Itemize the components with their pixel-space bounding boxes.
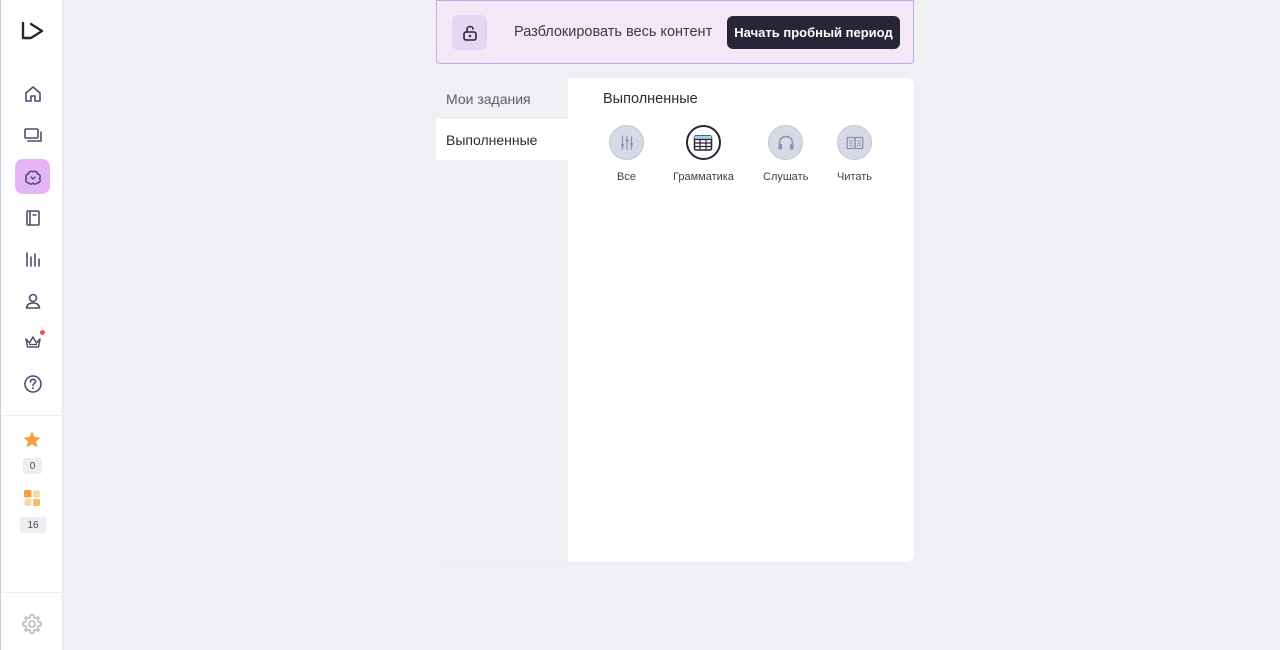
crown-icon xyxy=(24,335,41,348)
nav-profile-button[interactable] xyxy=(15,283,50,318)
filter-label: Грамматика xyxy=(673,171,734,183)
sliders-icon xyxy=(620,135,633,150)
filter-all[interactable]: Все xyxy=(609,125,644,183)
brain-icon xyxy=(24,170,41,185)
nav-premium-button[interactable] xyxy=(15,324,50,359)
stars-count: 0 xyxy=(23,458,42,474)
unlock-icon xyxy=(452,15,487,50)
sidebar-divider-bottom xyxy=(1,592,63,593)
filter-listening[interactable]: Слушать xyxy=(763,125,808,183)
banner-text: Разблокировать весь контент xyxy=(514,24,713,40)
blocks-count: 16 xyxy=(20,517,46,533)
screens-icon xyxy=(23,127,42,142)
nav-progress-button[interactable] xyxy=(15,241,50,276)
nav-dictionary-button[interactable] xyxy=(15,200,50,235)
tab-my-tasks[interactable]: Мои задания xyxy=(436,78,568,119)
notification-dot xyxy=(40,330,45,335)
sidebar: 0 16 xyxy=(0,0,63,650)
settings-button[interactable] xyxy=(21,613,43,635)
panel-title: Выполненные xyxy=(603,91,698,107)
filter-grammar[interactable]: Грамматика xyxy=(673,125,734,183)
chart-bars-icon xyxy=(25,251,40,267)
logo-icon[interactable] xyxy=(20,20,46,42)
filter-label: Все xyxy=(617,171,636,183)
nav-practice-button[interactable] xyxy=(15,159,50,194)
tab-completed[interactable]: Выполненные xyxy=(436,119,568,160)
filter-label: Слушать xyxy=(763,171,809,183)
table-icon xyxy=(694,134,713,151)
gear-icon xyxy=(22,614,42,634)
filter-reading[interactable]: Читать xyxy=(837,125,872,183)
tasks-tabs: Мои задания Выполненные xyxy=(436,78,568,562)
sidebar-divider xyxy=(1,415,63,416)
star-icon xyxy=(22,430,42,450)
nav-lessons-button[interactable] xyxy=(15,117,50,152)
unlock-banner: Разблокировать весь контент Начать пробн… xyxy=(436,0,914,64)
completed-panel: Выполненные Все Грамматика Слушать Читат… xyxy=(568,78,914,562)
tasks-card: Мои задания Выполненные Выполненные Все xyxy=(436,78,914,562)
help-icon xyxy=(23,374,42,393)
blocks-icon xyxy=(22,488,42,508)
filter-label: Читать xyxy=(837,171,873,183)
start-trial-button[interactable]: Начать пробный период xyxy=(727,16,900,49)
user-icon xyxy=(25,293,40,309)
headphones-icon xyxy=(778,135,794,149)
book-icon xyxy=(25,209,40,226)
nav-home-button[interactable] xyxy=(15,76,50,111)
home-icon xyxy=(24,85,41,102)
nav-help-button[interactable] xyxy=(15,366,50,401)
open-book-icon xyxy=(846,136,863,149)
